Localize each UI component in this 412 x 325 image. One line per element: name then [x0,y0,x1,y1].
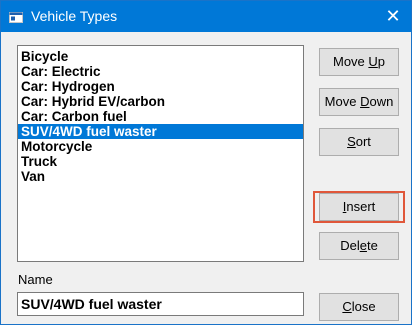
move-down-button[interactable]: Move Down [319,88,399,116]
close-icon[interactable]: ✕ [375,1,411,32]
close-button[interactable]: Close [319,293,399,321]
vehicle-type-list[interactable]: Bicycle Car: Electric Car: Hydrogen Car: Hy… [17,45,304,262]
close-label-post: lose [351,299,376,314]
list-item[interactable]: Car: Electric [18,64,303,79]
list-item[interactable]: Van [18,169,303,184]
move-down-label-post: own [369,94,394,109]
list-item[interactable]: Motorcycle [18,139,303,154]
sort-button[interactable]: Sort [319,128,399,156]
list-item[interactable]: Bicycle [18,49,303,64]
sort-label-post: ort [355,134,371,149]
delete-label-pre: Del [340,238,360,253]
insert-label-post: nsert [346,199,376,214]
move-down-label-pre: Move [324,94,361,109]
window-title: Vehicle Types [31,8,118,24]
vehicle-types-dialog: Vehicle Types ✕ Bicycle Car: Electric Car:… [0,0,412,325]
name-input[interactable] [17,292,304,316]
close-label-accel: C [342,299,352,314]
delete-button[interactable]: Delete [319,232,399,260]
name-label: Name [18,272,53,287]
move-up-label-accel: U [368,54,378,69]
list-item[interactable]: SUV/4WD fuel waster [18,124,303,139]
list-item[interactable]: Car: Hydrogen [18,79,303,94]
delete-label-accel: e [359,238,367,253]
move-up-label-post: p [377,54,386,69]
insert-button[interactable]: Insert [319,193,399,221]
move-up-label-pre: Move [332,54,369,69]
delete-label-post: te [366,238,378,253]
list-item[interactable]: Car: Hybrid EV/carbon [18,94,303,109]
window-app-icon [9,10,23,23]
sort-label-accel: S [347,134,356,149]
title-bar: Vehicle Types ✕ [1,1,411,32]
move-up-button[interactable]: Move Up [319,48,399,76]
list-item[interactable]: Truck [18,154,303,169]
list-item[interactable]: Car: Carbon fuel [18,109,303,124]
